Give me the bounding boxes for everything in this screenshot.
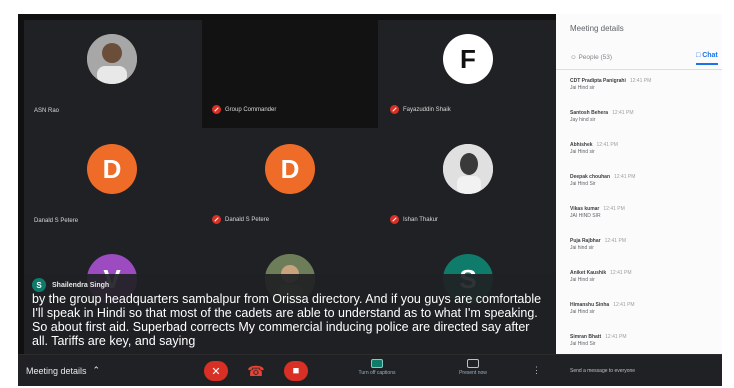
participant-name: Danald S Petere: [212, 215, 269, 224]
participant-tile[interactable]: Ishan Thakur: [380, 130, 556, 238]
chat-message: Abhishek 12:41 PM Jai Hind sir: [570, 142, 618, 155]
meeting-details-button[interactable]: Meeting details ⌃: [26, 365, 100, 376]
chat-message: Vikas kumar 12:41 PM JAI HIND SIR: [570, 206, 625, 219]
tab-chat[interactable]: □ Chat: [696, 52, 718, 65]
mic-off-icon: [212, 215, 221, 224]
chat-icon: □: [696, 52, 701, 59]
avatar: [87, 34, 137, 84]
participant-tile[interactable]: ASN Rao: [24, 20, 200, 128]
avatar: D: [87, 144, 137, 194]
video-stage: ASN Rao Group Commander F Fayazuddin Sha…: [24, 20, 556, 354]
participant-tile[interactable]: Group Commander: [202, 20, 378, 128]
more-options-icon[interactable]: ⋮: [532, 365, 541, 376]
chat-message: Santosh Behera 12:41 PM Jay hind sir: [570, 110, 634, 123]
participant-name: Group Commander: [212, 105, 276, 114]
people-icon: ☺: [570, 54, 577, 61]
avatar: [443, 144, 493, 194]
chat-input[interactable]: Send a message to everyone: [570, 368, 635, 374]
participant-name: Danald S Petere: [34, 218, 79, 224]
caption-speaker: S Shailendra Singh: [32, 278, 548, 292]
mic-off-icon: [390, 215, 399, 224]
panel-tabs: ☺ People (53) □ Chat: [556, 48, 722, 70]
panel-title: Meeting details: [570, 24, 624, 33]
chevron-up-icon: ⌃: [92, 365, 101, 375]
camera-off-icon: ■: [292, 365, 300, 377]
chat-message: CDT Pradipta Panigrahi 12:41 PM Jai Hind s…: [570, 78, 652, 91]
mic-off-icon: [212, 105, 221, 114]
caption-text: by the group headquarters sambalpur from…: [32, 292, 542, 348]
camera-toggle-button[interactable]: ■: [284, 361, 308, 381]
tab-people[interactable]: ☺ People (53): [570, 54, 612, 61]
screen-frame: ASN Rao Group Commander F Fayazuddin Sha…: [18, 14, 722, 386]
person-photo-icon: [87, 34, 137, 84]
bottom-controls-bar: Meeting details ⌃ ✕ ☎ ■ Turn off caption…: [18, 354, 722, 386]
present-now-button[interactable]: Present now: [448, 359, 498, 376]
person-photo-icon: [443, 144, 493, 194]
participant-name: Ishan Thakur: [390, 215, 438, 224]
participant-tile[interactable]: D Danald S Petere: [24, 130, 200, 238]
speaker-name: Shailendra Singh: [52, 281, 110, 289]
participant-tile[interactable]: F Fayazuddin Shaik: [380, 20, 556, 128]
chat-message: Himanshu Sinha 12:41 PM Jai Hind sir: [570, 302, 635, 315]
chat-message: Puja Rajbhar 12:41 PM Jai hind sir: [570, 238, 626, 251]
chat-message: Aniket Kaushik 12:41 PM Jai Hind sir: [570, 270, 632, 283]
chat-message: Simran Bhatt 12:41 PM Jai Hind Sir: [570, 334, 627, 347]
captions-button[interactable]: Turn off captions: [352, 359, 402, 376]
mic-off-icon: ✕: [211, 365, 221, 378]
speaker-avatar: S: [32, 278, 46, 292]
meeting-details-panel: Meeting details ☺ People (53) □ Chat CDT…: [556, 14, 722, 354]
mic-toggle-button[interactable]: ✕: [204, 361, 228, 381]
participant-tile[interactable]: D Danald S Petere: [202, 130, 378, 238]
live-caption: S Shailendra Singh by the group headquar…: [24, 274, 556, 354]
participant-name: ASN Rao: [34, 108, 60, 114]
chat-message: Deepak chouhan 12:41 PM Jai Hind Sir: [570, 174, 636, 187]
avatar: D: [265, 144, 315, 194]
leave-call-button[interactable]: ☎: [244, 361, 268, 381]
phone-hangup-icon: ☎: [247, 362, 265, 379]
present-icon: [467, 359, 479, 368]
captions-icon: [371, 359, 383, 368]
participant-name: Fayazuddin Shaik: [390, 105, 451, 114]
avatar: F: [443, 34, 493, 84]
mic-off-icon: [390, 105, 399, 114]
